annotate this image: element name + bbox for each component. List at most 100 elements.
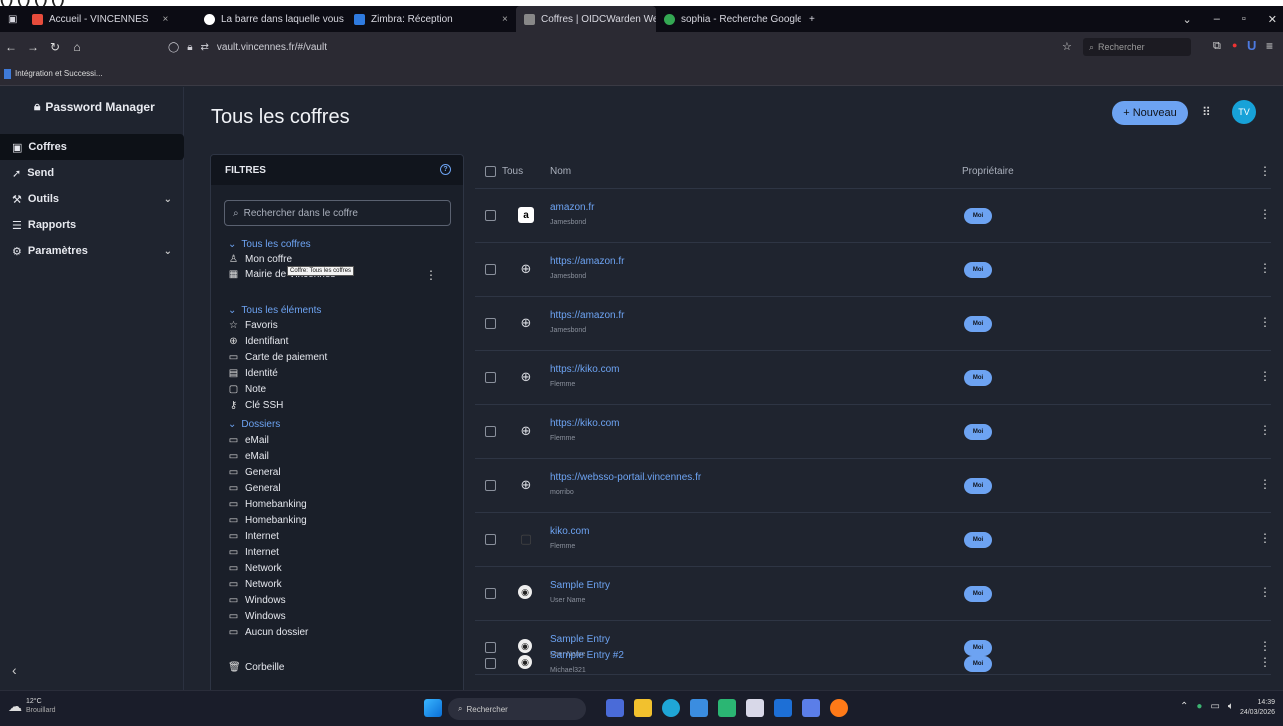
new-item-button[interactable]: + Nouveau	[1112, 101, 1188, 125]
firefox-icon[interactable]	[830, 699, 848, 717]
filter-folder[interactable]: ▭ Homebanking	[228, 515, 307, 526]
vault-search-input[interactable]: ⌕ Rechercher dans le coffre	[224, 200, 451, 226]
maximize-icon[interactable]: ▫	[1242, 13, 1246, 25]
col-name-header[interactable]: Nom	[550, 166, 571, 177]
filter-trash[interactable]: 🗑︎ Corbeille	[228, 662, 284, 673]
avatar[interactable]: TV	[1232, 100, 1256, 124]
item-name-link[interactable]: https://amazon.fr	[550, 256, 624, 267]
filter-folder[interactable]: ▭ Network	[228, 563, 282, 574]
store-icon[interactable]	[690, 699, 708, 717]
table-options-icon[interactable]: ⋮	[1259, 164, 1271, 178]
collapse-sidebar-icon[interactable]: ‹	[12, 662, 17, 678]
row-checkbox[interactable]	[485, 372, 496, 383]
row-options-icon[interactable]: ⋮	[1259, 369, 1271, 383]
bookmark-star-icon[interactable]: ☆	[1062, 40, 1072, 53]
filter-folder[interactable]: ▭ eMail	[228, 435, 269, 446]
new-tab-button[interactable]: +	[801, 6, 823, 32]
browser-tab-2[interactable]: La barre dans laquelle vous vo... ×	[196, 6, 346, 32]
chevron-up-icon[interactable]: ⌃	[1180, 701, 1188, 712]
table-row[interactable]: ⊕ https://amazon.fr Jamesbond Moi ⋮	[475, 297, 1271, 351]
filter-all-vaults[interactable]: ⌄ Tous les coffres	[228, 239, 311, 250]
app-icon-4[interactable]	[802, 699, 820, 717]
item-name-link[interactable]: Sample Entry	[550, 580, 610, 591]
filter-vault-mon-coffre[interactable]: ♙ Mon coffre	[228, 254, 292, 265]
sidebar-item-outils[interactable]: ⚒ Outils ⌄	[0, 186, 184, 212]
product-switcher-icon[interactable]: ⠿	[1202, 105, 1211, 119]
bookmark-item[interactable]: Intégration et Successi...	[15, 69, 103, 78]
sidebar-item-send[interactable]: ➚ Send	[0, 160, 184, 186]
row-checkbox[interactable]	[485, 588, 496, 599]
record-icon[interactable]: ●	[1232, 40, 1237, 50]
tray-app-icon[interactable]: ●	[1196, 701, 1202, 712]
filter-folder[interactable]: ▭ Windows	[228, 595, 286, 606]
filter-folder[interactable]: ▭ eMail	[228, 451, 269, 462]
home-icon[interactable]: ⌂	[66, 40, 88, 54]
menu-icon[interactable]: ≡	[1266, 39, 1273, 53]
col-owner-header[interactable]: Propriétaire	[962, 166, 1014, 177]
row-options-icon[interactable]: ⋮	[1259, 585, 1271, 599]
row-options-icon[interactable]: ⋮	[1259, 207, 1271, 221]
filter-folder-none[interactable]: ▭ Aucun dossier	[228, 627, 309, 638]
filter-type-carte[interactable]: ▭ Carte de paiement	[228, 352, 328, 363]
browser-tab-4-active[interactable]: Coffres | OIDCWarden Web ×	[516, 6, 656, 32]
minimize-icon[interactable]: –	[1214, 13, 1220, 25]
filter-type-note[interactable]: ▢ Note	[228, 384, 266, 395]
filter-folder[interactable]: ▭ Windows	[228, 611, 286, 622]
table-row[interactable]: ◉ Sample Entry #2 Michael321 Moi ⋮	[475, 637, 1271, 691]
filter-type-identite[interactable]: ▤ Identité	[228, 368, 278, 379]
browser-search-box[interactable]: ⌕ Rechercher	[1083, 38, 1191, 56]
select-all-checkbox[interactable]	[485, 166, 496, 177]
clock[interactable]: 14:39 24/03/2026	[1240, 698, 1275, 718]
table-row[interactable]: a amazon.fr Jamesbond Moi ⋮	[475, 189, 1271, 243]
brand[interactable]: 🔒︎ Password Manager	[34, 99, 155, 114]
row-options-icon[interactable]: ⋮	[1259, 423, 1271, 437]
back-icon[interactable]: ←	[0, 40, 22, 54]
table-row[interactable]: ⊕ https://kiko.com Flemme Moi ⋮	[475, 405, 1271, 459]
extensions-icon[interactable]: ⧉	[1213, 40, 1221, 53]
network-icon[interactable]: ▭	[1210, 701, 1219, 712]
url-bar[interactable]: ◯ 🔒︎ ⇄ vault.vincennes.fr/#/vault	[168, 36, 1048, 58]
table-row[interactable]: ⊕ https://kiko.com Flemme Moi ⋮	[475, 351, 1271, 405]
row-checkbox[interactable]	[485, 658, 496, 669]
filter-folder[interactable]: ▭ Homebanking	[228, 499, 307, 510]
browser-tab-3[interactable]: Zimbra: Réception	[346, 6, 486, 32]
close-window-icon[interactable]: ✕	[1268, 13, 1277, 26]
filter-folders[interactable]: ⌄ Dossiers	[228, 419, 280, 430]
filter-folder[interactable]: ▭ General	[228, 467, 281, 478]
weather-widget[interactable]: ☁ 12°C Brouillard	[8, 697, 56, 715]
row-checkbox[interactable]	[485, 318, 496, 329]
file-explorer-icon[interactable]	[634, 699, 652, 717]
app-icon[interactable]	[718, 699, 736, 717]
item-name-link[interactable]: Sample Entry #2	[550, 650, 624, 661]
app-icon-2[interactable]	[746, 699, 764, 717]
sidebar-item-coffres[interactable]: ▣ Coffres	[0, 134, 184, 160]
row-checkbox[interactable]	[485, 426, 496, 437]
help-icon[interactable]: ?	[440, 164, 451, 175]
row-checkbox[interactable]	[485, 210, 496, 221]
tab-list-icon[interactable]: ▣	[0, 6, 24, 32]
item-name-link[interactable]: https://kiko.com	[550, 364, 619, 375]
tab-close-icon[interactable]: ×	[162, 14, 168, 25]
reload-icon[interactable]: ↻	[44, 40, 66, 54]
table-row[interactable]: ⊕ https://websso-portail.vincennes.fr mo…	[475, 459, 1271, 513]
row-options-icon[interactable]: ⋮	[1259, 531, 1271, 545]
row-checkbox[interactable]	[485, 534, 496, 545]
sidebar-item-rapports[interactable]: ☰ Rapports	[0, 212, 184, 238]
item-name-link[interactable]: https://amazon.fr	[550, 310, 624, 321]
filter-folder[interactable]: ▭ Internet	[228, 531, 279, 542]
table-row[interactable]: ◉ Sample Entry User Name Moi ⋮	[475, 567, 1271, 621]
chevron-down-icon[interactable]: ⌄	[1183, 13, 1192, 26]
row-checkbox[interactable]	[485, 264, 496, 275]
filter-all-items[interactable]: ⌄ Tous les éléments	[228, 305, 321, 316]
item-name-link[interactable]: kiko.com	[550, 526, 589, 537]
table-row[interactable]: ⊕ https://amazon.fr Jamesbond Moi ⋮	[475, 243, 1271, 297]
browser-tab-1[interactable]: Accueil - VINCENNES ×	[24, 6, 196, 32]
volume-icon[interactable]: 🔈︎	[1228, 701, 1234, 712]
filter-type-favoris[interactable]: ☆ Favoris	[228, 320, 278, 331]
row-options-icon[interactable]: ⋮	[1259, 655, 1271, 669]
filter-folder[interactable]: ▭ Network	[228, 579, 282, 590]
item-name-link[interactable]: https://kiko.com	[550, 418, 619, 429]
row-options-icon[interactable]: ⋮	[1259, 315, 1271, 329]
browser-tab-5[interactable]: sophia - Recherche Google ×	[656, 6, 801, 32]
forward-icon[interactable]: →	[22, 40, 44, 54]
